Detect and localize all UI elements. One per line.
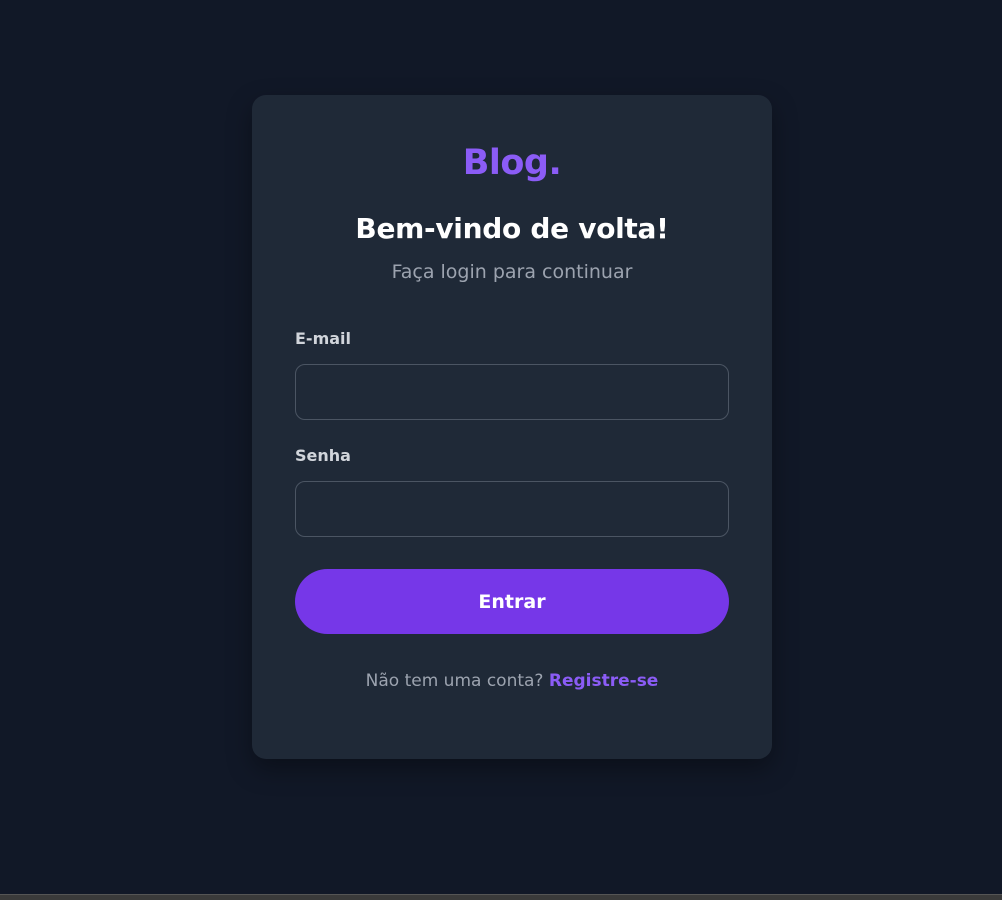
- window-bottom-edge: [0, 894, 1002, 900]
- register-prompt: Não tem uma conta? Registre-se: [295, 668, 729, 694]
- page-title: Bem-vindo de volta!: [355, 212, 669, 245]
- password-field[interactable]: [295, 481, 729, 537]
- login-card: Blog. Bem-vindo de volta! Faça login par…: [252, 95, 772, 759]
- email-field[interactable]: [295, 364, 729, 420]
- page-subtitle: Faça login para continuar: [391, 261, 633, 283]
- blog-logo[interactable]: Blog.: [295, 139, 729, 187]
- page: Blog. Bem-vindo de volta! Faça login par…: [0, 0, 1002, 900]
- register-link[interactable]: Registre-se: [549, 671, 658, 691]
- password-label: Senha: [295, 446, 351, 465]
- login-button[interactable]: Entrar: [295, 569, 729, 634]
- email-label: E-mail: [295, 329, 352, 348]
- register-prompt-text: Não tem uma conta?: [365, 671, 549, 691]
